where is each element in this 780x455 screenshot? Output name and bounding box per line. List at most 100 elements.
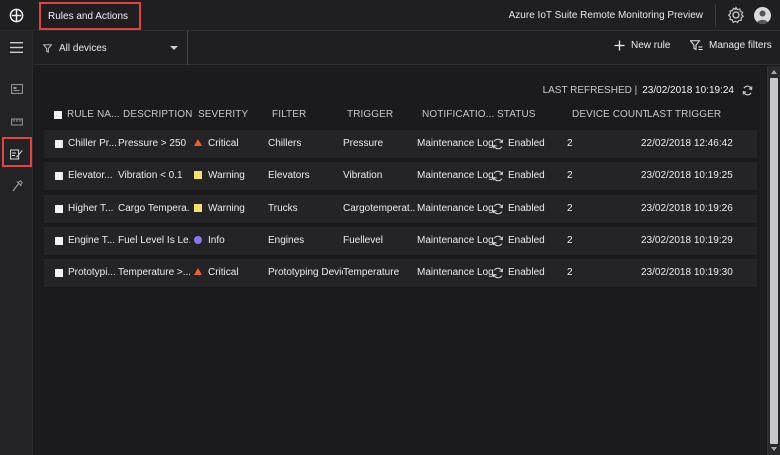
critical-icon [194,139,202,147]
warning-icon [194,204,202,212]
table-row[interactable]: Higher T... Cargo Tempera... Warning Tru… [44,195,757,223]
device-count-cell: 2 [567,170,573,181]
notifications-cell: Maintenance Log [417,235,494,246]
scrollbar-thumb[interactable] [770,78,778,444]
column-header-status[interactable]: STATUS [497,109,536,123]
severity-cell: Critical [208,138,239,149]
column-header-last-trigger[interactable]: LAST TRIGGER [647,109,721,123]
row-checkbox[interactable] [55,140,63,148]
status-cell: Enabled [508,170,545,181]
new-rule-label: New rule [631,40,671,51]
rule-name-cell: Higher T... [68,203,114,214]
last-refreshed: LAST REFRESHED | 23/02/2018 10:19:24 [543,85,753,96]
sync-icon [492,170,504,182]
table-row[interactable]: Prototypi... Temperature >... Critical P… [44,259,757,287]
notifications-cell: Maintenance Log [417,170,494,181]
notifications-cell: Maintenance Log [417,138,494,149]
rules-panel: LAST REFRESHED | 23/02/2018 10:19:24 RUL… [33,66,767,455]
table-row[interactable]: Elevator... Vibration < 0.1 Warning Elev… [44,162,757,190]
warning-icon [194,171,202,179]
column-header-severity[interactable]: SEVERITY [198,109,248,123]
row-checkbox[interactable] [55,237,63,245]
filter-cell: Trucks [268,203,298,214]
sync-icon [492,235,504,247]
row-checkbox[interactable] [55,269,63,277]
rule-name-cell: Elevator... [68,170,113,181]
description-cell: Temperature >... [118,267,190,278]
last-refreshed-value: 23/02/2018 10:19:24 [642,85,734,96]
last-trigger-cell: 23/02/2018 10:19:30 [641,267,733,278]
description-cell: Cargo Tempera... [118,203,190,214]
manage-filters-label: Manage filters [709,40,772,51]
rule-name-cell: Prototypi... [68,267,116,278]
device-count-cell: 2 [567,203,573,214]
page-title-highlight: Rules and Actions [39,2,141,30]
filter-icon [690,40,703,51]
status-cell: Enabled [508,235,545,246]
refresh-icon[interactable] [742,85,753,96]
column-header-filter[interactable]: FILTER [272,109,306,123]
table-row[interactable]: Engine T... Fuel Level Is Le... Info Eng… [44,227,757,255]
device-count-cell: 2 [567,267,573,278]
new-rule-button[interactable]: New rule [614,40,670,51]
critical-icon [194,268,202,276]
device-count-cell: 2 [567,235,573,246]
row-checkbox[interactable] [55,205,63,213]
column-header-rule-name[interactable]: RULE NA... [67,109,120,123]
device-count-cell: 2 [567,138,573,149]
description-cell: Vibration < 0.1 [118,170,183,181]
gear-icon[interactable] [727,6,745,24]
description-cell: Pressure > 250 [118,138,187,149]
trigger-cell: Pressure [343,138,384,149]
device-filter-select[interactable]: All devices [33,31,188,65]
status-cell: Enabled [508,267,545,278]
rules-icon[interactable] [4,142,29,166]
dashboard-icon[interactable] [4,77,29,101]
trigger-cell: Fuellevel [343,235,384,246]
user-avatar-icon[interactable] [754,7,771,24]
hamburger-icon[interactable] [4,35,29,59]
trigger-cell: Cargotemperat... [343,203,415,214]
filter-cell: Elevators [268,170,310,181]
trigger-cell: Vibration [343,170,383,181]
column-header-trigger[interactable]: TRIGGER [347,109,393,123]
toolbar: All devices New rule Manage filters [33,31,780,65]
filter-cell: Prototyping Devic [268,267,343,278]
chevron-down-icon [170,46,178,50]
status-cell: Enabled [508,203,545,214]
description-cell: Fuel Level Is Le... [118,235,190,246]
left-nav-rail [0,31,33,455]
last-refreshed-label: LAST REFRESHED | [542,85,638,96]
column-header-notifications[interactable]: NOTIFICATIO... [422,109,494,123]
last-trigger-cell: 23/02/2018 10:19:29 [641,235,733,246]
hub-logo-icon[interactable] [6,6,27,25]
plus-icon [614,40,625,51]
rule-name-cell: Chiller Pr... [68,138,116,149]
divider [715,4,716,26]
select-all-checkbox[interactable] [54,111,62,119]
rule-name-cell: Engine T... [68,235,116,246]
last-trigger-cell: 23/02/2018 10:19:26 [641,203,733,214]
page-title: Rules and Actions [48,10,129,22]
severity-cell: Critical [208,267,239,278]
last-trigger-cell: 22/02/2018 12:46:42 [641,138,733,149]
devices-icon[interactable] [4,110,29,134]
scroll-down-arrow-icon[interactable] [771,447,777,451]
trigger-cell: Temperature [343,267,400,278]
filter-cell: Engines [268,235,305,246]
table-row[interactable]: Chiller Pr... Pressure > 250 Critical Ch… [44,130,757,158]
app-title: Azure IoT Suite Remote Monitoring Previe… [508,10,703,21]
column-header-description[interactable]: DESCRIPTION [123,109,192,123]
manage-filters-button[interactable]: Manage filters [690,40,772,51]
sync-icon [492,267,504,279]
filter-icon [43,43,52,53]
row-checkbox[interactable] [55,172,63,180]
scroll-up-arrow-icon[interactable] [771,70,777,74]
vertical-scrollbar[interactable] [767,66,780,455]
status-cell: Enabled [508,138,545,149]
column-header-device-count[interactable]: DEVICE COUNT [572,109,649,123]
maintenance-icon[interactable] [4,174,29,198]
severity-cell: Warning [208,170,245,181]
severity-cell: Info [208,235,225,246]
top-bar: Rules and Actions Azure IoT Suite Remote… [0,0,780,31]
